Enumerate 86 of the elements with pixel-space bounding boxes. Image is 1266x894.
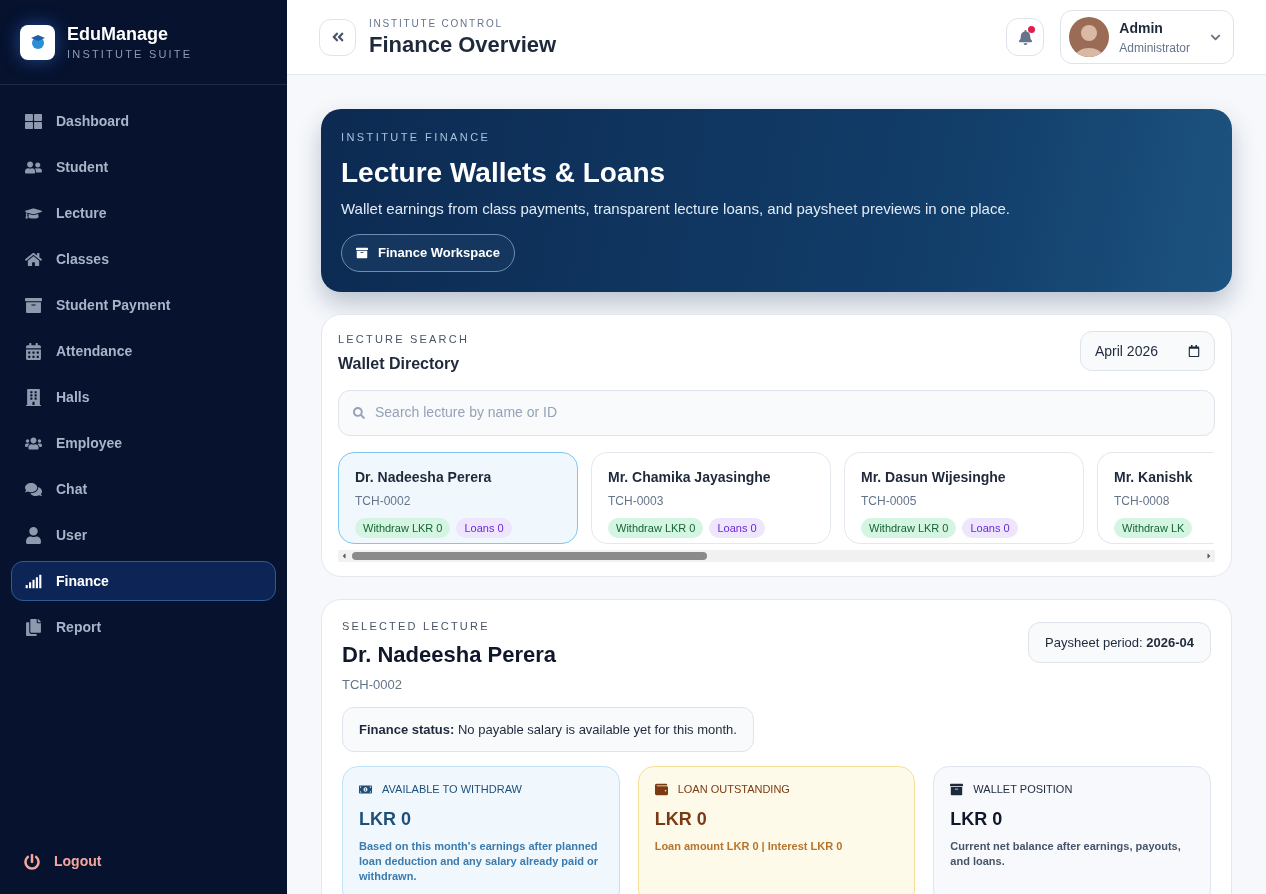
stat-note: Current net balance after earnings, payouts, and loans. — [950, 838, 1182, 869]
archive-box-icon — [25, 296, 42, 314]
stat-label: AVAILABLE TO WITHDRAW — [382, 782, 522, 797]
user-name: Admin — [1119, 18, 1164, 38]
sidebar-item[interactable]: Report — [11, 607, 276, 647]
month-field[interactable]: April 2026 — [1079, 331, 1215, 371]
stat-note: Based on this month's earnings after planned loan deduction and any salary already paid or withdrawn. — [359, 838, 599, 884]
documents-icon — [25, 618, 42, 636]
stat-label: LOAN OUTSTANDING — [677, 782, 790, 797]
sidebar-item[interactable]: Halls — [11, 377, 276, 417]
withdraw-tag: Withdraw LKR 0 — [355, 517, 451, 538]
lecture-card[interactable]: Dr. Nadeesha Perera TCH-0002 Withdraw LKR 0 Loans 0 — [338, 451, 578, 544]
power-icon — [24, 853, 40, 870]
calendar-icon — [1188, 345, 1200, 357]
section-eyebrow: LECTURE SEARCH — [338, 332, 470, 347]
notification-button[interactable] — [1006, 18, 1045, 56]
stat-value: LKR 0 — [654, 807, 708, 831]
stat-value: LKR 0 — [950, 807, 1004, 831]
search-field[interactable]: Search lecture by name or ID — [338, 389, 1215, 436]
horizontal-scrollbar[interactable] — [338, 549, 1215, 562]
calendar-icon — [25, 342, 42, 360]
hero-title: Lecture Wallets & Loans — [341, 155, 667, 190]
bell-icon — [1017, 29, 1033, 45]
finance-workspace-button[interactable]: Finance Workspace — [341, 234, 515, 272]
finance-status: Finance status: No payable salary is available yet for this month. — [342, 706, 754, 752]
sidebar-item[interactable]: Dashboard — [11, 101, 276, 141]
lecture-card[interactable]: Mr. Chamika Jayasinghe TCH-0003 Withdraw LKR 0 Loans 0 — [591, 451, 831, 544]
stat-label: WALLET POSITION — [973, 782, 1073, 797]
sidebar-item[interactable]: Student Payment — [11, 285, 276, 325]
bar-chart-icon — [25, 572, 42, 590]
loans-tag: Loans 0 — [456, 517, 512, 538]
user-menu[interactable]: Admin Administrator — [1060, 10, 1234, 64]
brand-subtitle: INSTITUTE SUITE — [67, 46, 193, 62]
search-icon — [353, 406, 365, 419]
withdraw-tag: Withdraw LKR 0 — [861, 517, 957, 538]
lecture-card[interactable]: Mr. Kanishk TCH-0008 Withdraw LK — [1097, 451, 1214, 544]
grid-icon — [25, 112, 42, 130]
lecture-id: TCH-0002 — [342, 676, 403, 694]
page-eyebrow: INSTITUTE CONTROL — [369, 16, 504, 31]
section-title: Wallet Directory — [338, 353, 461, 374]
hero-eyebrow: INSTITUTE FINANCE — [341, 130, 492, 145]
archive-box-icon — [356, 247, 368, 259]
double-chevron-left-icon — [330, 30, 345, 44]
sidebar-item[interactable]: Classes — [11, 239, 276, 279]
chat-bubbles-icon — [25, 480, 42, 498]
user-icon — [25, 526, 42, 544]
caret-left-icon[interactable] — [340, 551, 348, 560]
hero-description: Wallet earnings from class payments, transparent lecture loans, and paysheet previews in one place. — [341, 198, 1011, 219]
stat-value: LKR 0 — [359, 807, 412, 831]
withdraw-tag: Withdraw LK — [1114, 517, 1193, 538]
lecture-id: TCH-0008 — [1114, 492, 1170, 510]
paysheet-period: Paysheet period: 2026-04 — [1028, 621, 1211, 663]
lecture-card[interactable]: Mr. Dasun Wijesinghe TCH-0005 Withdraw LKR 0 Loans 0 — [844, 451, 1084, 544]
search-input[interactable]: Search lecture by name or ID — [375, 402, 1200, 423]
sidebar-item[interactable]: Student — [11, 147, 276, 187]
caret-right-icon[interactable] — [1205, 551, 1213, 560]
user-role: Administrator — [1119, 39, 1190, 57]
page-title: Finance Overview — [369, 30, 557, 59]
lecture-name: Dr. Nadeesha Perera — [342, 641, 557, 669]
lecture-name: Mr. Dasun Wijesinghe — [861, 467, 1006, 487]
stat-note: Loan amount LKR 0 | Interest LKR 0 — [654, 838, 844, 854]
sidebar-item[interactable]: Employee — [11, 423, 276, 463]
loans-tag: Loans 0 — [962, 517, 1018, 538]
lecture-name: Dr. Nadeesha Perera — [355, 467, 492, 487]
loans-tag: Loans 0 — [709, 517, 765, 538]
collapse-button[interactable] — [319, 18, 356, 56]
sidebar-item[interactable]: Attendance — [11, 331, 276, 371]
sidebar-item[interactable]: Chat — [11, 469, 276, 509]
logout-button[interactable]: Logout — [24, 851, 102, 872]
sidebar-item[interactable]: Lecture — [11, 193, 276, 233]
lecture-id: TCH-0003 — [608, 492, 664, 510]
lecture-name: Mr. Kanishk — [1114, 467, 1193, 487]
avatar — [1069, 17, 1110, 57]
lecture-name: Mr. Chamika Jayasinghe — [608, 467, 771, 487]
building-icon — [25, 388, 42, 406]
wallet-icon — [654, 782, 668, 796]
house-icon — [25, 250, 42, 268]
withdraw-tag: Withdraw LKR 0 — [608, 517, 704, 538]
sidebar-item[interactable]: User — [11, 515, 276, 555]
lecture-id: TCH-0005 — [861, 492, 917, 510]
section-eyebrow: SELECTED LECTURE — [342, 618, 491, 634]
brand-name: EduManage — [67, 22, 169, 46]
logo-icon — [20, 24, 55, 60]
archive-box-icon — [950, 782, 964, 796]
sidebar-item[interactable]: Finance — [11, 561, 276, 601]
lecture-id: TCH-0002 — [355, 492, 411, 510]
